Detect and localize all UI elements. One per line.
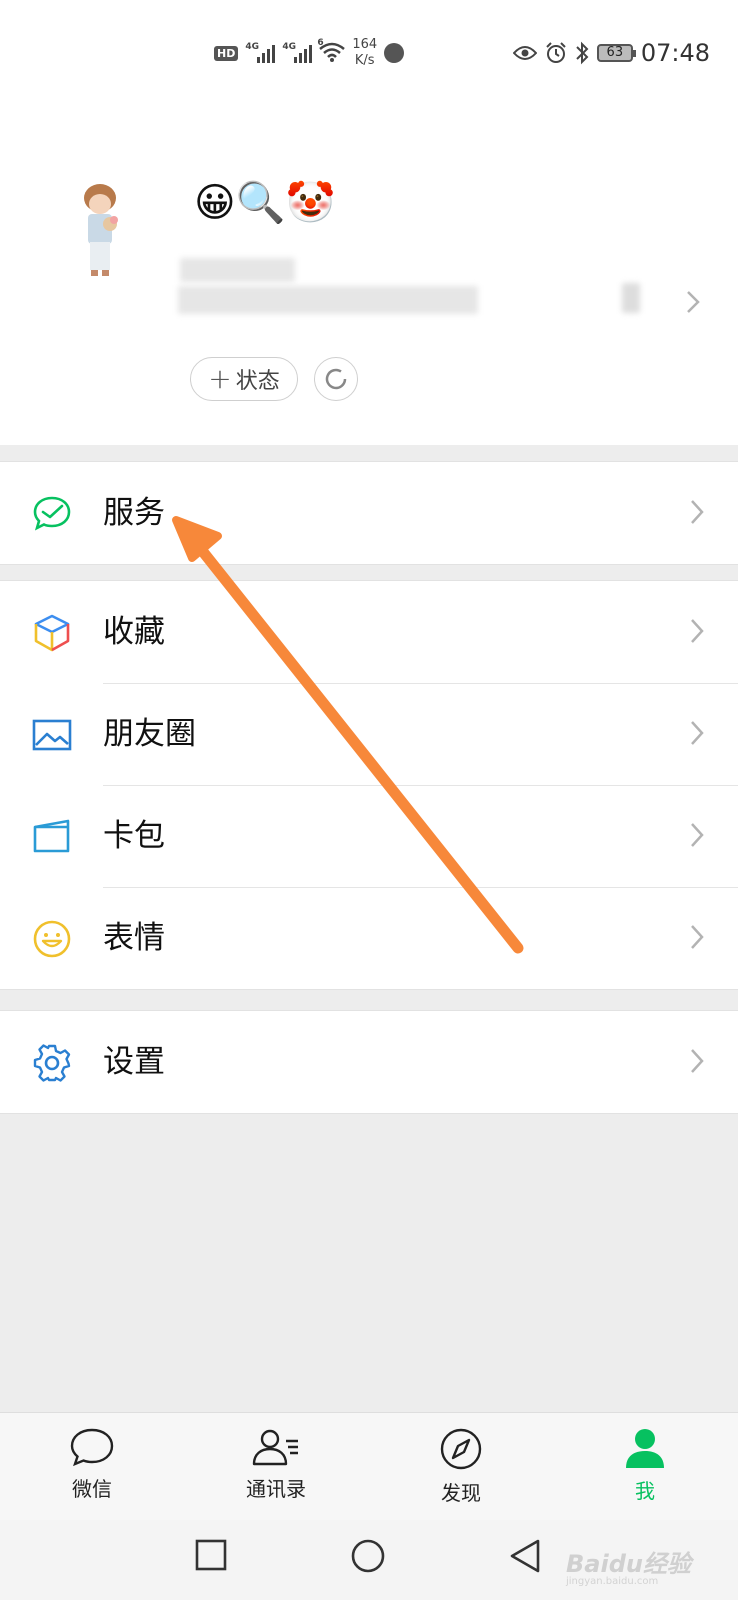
bottom-tab-bar: 微信 通讯录 发现 我 bbox=[0, 1412, 738, 1520]
tab-chats[interactable]: 微信 bbox=[32, 1427, 152, 1517]
menu-label-moments: 朋友圈 bbox=[103, 716, 196, 752]
menu-item-moments[interactable]: 朋友圈 bbox=[0, 683, 738, 785]
menu-label-cards: 卡包 bbox=[103, 818, 165, 854]
friend-status-button[interactable] bbox=[314, 357, 358, 401]
chevron-right-icon[interactable] bbox=[686, 290, 700, 314]
tab-me[interactable]: 我 bbox=[585, 1427, 705, 1517]
home-circle-icon[interactable] bbox=[350, 1538, 386, 1574]
menu-item-stickers[interactable]: 表情 bbox=[0, 887, 738, 989]
battery-icon: 63 bbox=[596, 44, 636, 62]
refresh-icon bbox=[325, 368, 347, 390]
chevron-right-icon bbox=[691, 925, 704, 949]
contacts-icon bbox=[252, 1429, 298, 1466]
qr-code-redacted bbox=[622, 283, 640, 313]
baidu-watermark: Baidu经验 bbox=[566, 1550, 691, 1578]
status-button-label: 状态 bbox=[235, 369, 280, 394]
tab-label-contacts: 通讯录 bbox=[246, 1477, 306, 1501]
wechat-id-redacted bbox=[180, 258, 295, 282]
menu-item-cards[interactable]: 卡包 bbox=[0, 785, 738, 887]
menu-group-settings: 设置 bbox=[0, 1010, 738, 1114]
card-wallet-icon bbox=[33, 819, 70, 853]
chevron-right-icon bbox=[691, 619, 704, 643]
favorites-cube-icon bbox=[34, 614, 70, 652]
chevron-right-icon bbox=[691, 721, 704, 745]
chevron-right-icon bbox=[691, 1049, 704, 1073]
avatar[interactable] bbox=[76, 182, 126, 282]
chevron-right-icon bbox=[691, 500, 704, 524]
audio-record-icon bbox=[384, 43, 405, 63]
menu-item-favorites[interactable]: 收藏 bbox=[0, 581, 738, 683]
hd-voice-icon: HD bbox=[214, 45, 239, 61]
tab-label-chats: 微信 bbox=[72, 1477, 112, 1501]
clock: 07:48 bbox=[640, 39, 710, 67]
chevron-right-icon bbox=[691, 823, 704, 847]
status-icons-right: 63 07:48 bbox=[512, 38, 710, 68]
add-status-button[interactable]: + 状态 bbox=[190, 357, 298, 401]
system-nav-bar: Baidu经验 jingyan.baidu.com bbox=[0, 1520, 738, 1600]
wifi-icon: 6 bbox=[317, 38, 346, 65]
back-triangle-icon[interactable] bbox=[508, 1538, 542, 1574]
bluetooth-icon bbox=[576, 41, 589, 65]
status-bar: HD 4G 4G 6 164 K/s 63 07:48 bbox=[0, 0, 738, 100]
nickname: 😀🔍🤡 bbox=[194, 180, 336, 226]
baidu-watermark-url: jingyan.baidu.com bbox=[566, 1576, 659, 1587]
profile-header[interactable]: 😀🔍🤡 + 状态 bbox=[0, 100, 738, 445]
menu-label-services: 服务 bbox=[103, 495, 165, 531]
status-icons-left: HD 4G 4G 6 164 K/s bbox=[214, 36, 405, 70]
smiley-icon bbox=[33, 920, 71, 958]
eye-icon bbox=[512, 46, 537, 60]
person-icon bbox=[626, 1429, 664, 1468]
tab-label-me: 我 bbox=[635, 1479, 655, 1503]
gear-icon bbox=[33, 1044, 71, 1082]
menu-label-stickers: 表情 bbox=[103, 920, 165, 956]
wechat-id-redacted bbox=[178, 286, 478, 314]
signal-2-icon: 4G bbox=[282, 42, 313, 63]
network-speed: 164 K/s bbox=[352, 37, 378, 68]
plus-icon: + bbox=[208, 362, 232, 395]
moments-image-icon bbox=[32, 719, 72, 751]
menu-item-services[interactable]: 服务 bbox=[0, 462, 738, 564]
compass-icon bbox=[440, 1428, 482, 1470]
menu-item-settings[interactable]: 设置 bbox=[0, 1011, 738, 1113]
chat-bubble-icon bbox=[70, 1428, 114, 1467]
menu-label-favorites: 收藏 bbox=[103, 614, 165, 650]
signal-1-icon: 4G bbox=[245, 42, 276, 63]
menu-group-main: 收藏 朋友圈 卡包 表情 bbox=[0, 580, 738, 990]
recents-square-icon[interactable] bbox=[194, 1538, 228, 1572]
tab-discover[interactable]: 发现 bbox=[401, 1427, 521, 1517]
services-icon bbox=[33, 496, 71, 531]
tab-label-discover: 发现 bbox=[441, 1481, 481, 1505]
tab-contacts[interactable]: 通讯录 bbox=[216, 1427, 336, 1517]
menu-label-settings: 设置 bbox=[103, 1044, 165, 1080]
alarm-icon bbox=[546, 42, 566, 63]
menu-group-services: 服务 bbox=[0, 461, 738, 565]
